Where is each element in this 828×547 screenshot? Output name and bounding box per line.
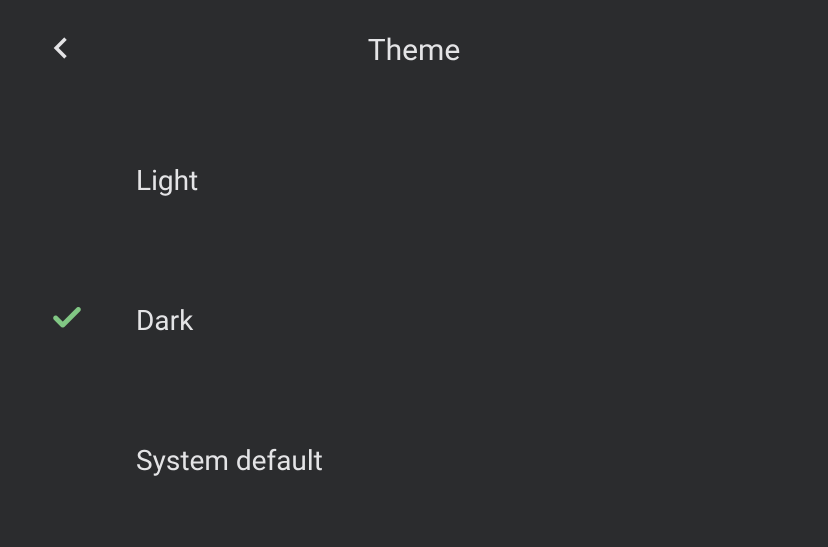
chevron-left-icon — [48, 34, 76, 66]
option-label: Dark — [136, 304, 193, 337]
option-label: System default — [136, 444, 323, 477]
theme-option-system-default[interactable]: System default — [0, 390, 828, 530]
check-container — [50, 161, 136, 199]
option-label: Light — [136, 164, 198, 197]
header: Theme — [0, 0, 828, 100]
theme-option-dark[interactable]: Dark — [0, 250, 828, 390]
check-container — [50, 441, 136, 479]
back-button[interactable] — [48, 34, 76, 66]
theme-options-list: Light Dark System default — [0, 100, 828, 540]
check-icon — [50, 301, 84, 339]
theme-option-light[interactable]: Light — [0, 110, 828, 250]
check-container — [50, 301, 136, 339]
page-title: Theme — [48, 33, 780, 68]
